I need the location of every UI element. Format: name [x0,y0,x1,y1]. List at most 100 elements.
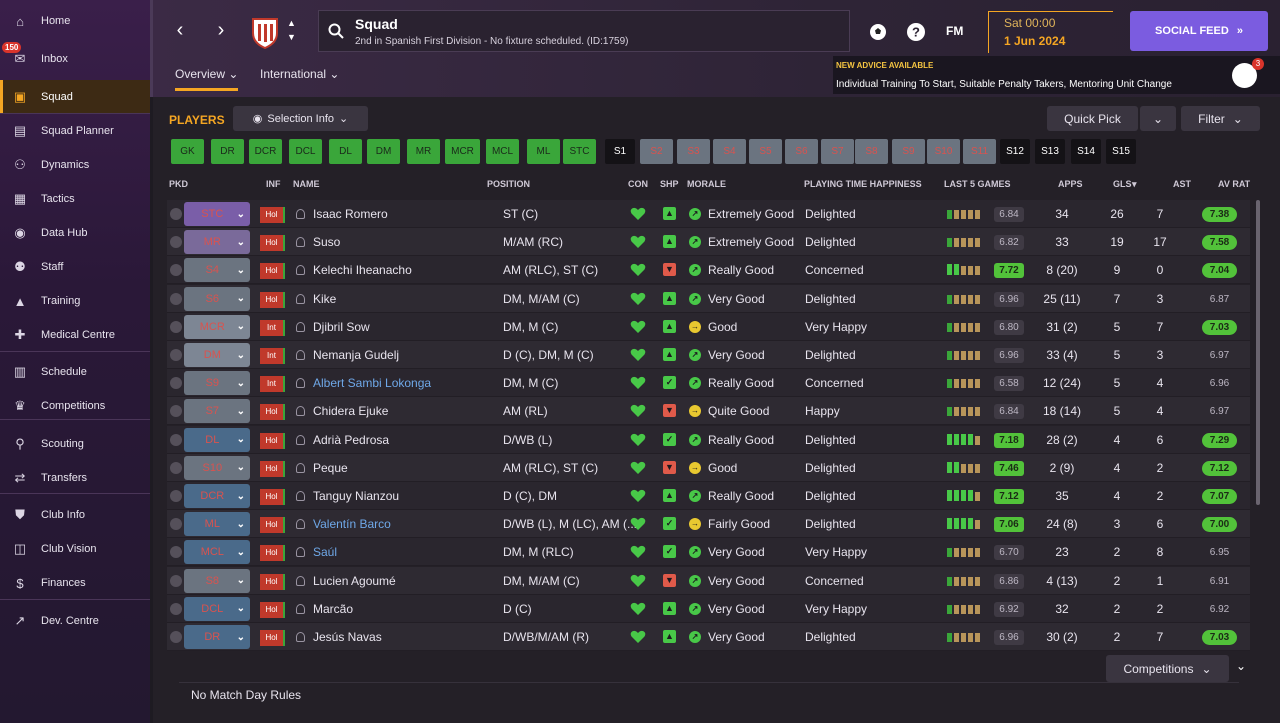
position-chip-dl[interactable]: DL [329,139,362,164]
pick-checkbox[interactable] [170,208,182,220]
forward-arrow-icon[interactable]: › [209,18,233,42]
selection-position-dropdown[interactable]: DCL ⌄ [184,596,250,621]
column-header-position[interactable]: POSITION [487,179,530,189]
previous-club-icon[interactable]: ▲ [287,18,296,28]
help-icon[interactable]: ? [906,22,926,42]
column-header-last-5-games[interactable]: LAST 5 GAMES [944,179,1011,189]
pick-checkbox[interactable] [170,377,182,390]
position-chip-mcl[interactable]: MCL [486,139,519,164]
pick-checkbox[interactable] [170,405,182,418]
pick-checkbox[interactable] [170,518,182,531]
pick-checkbox[interactable] [170,236,182,249]
table-row[interactable]: MR ⌄ Hol Suso M/AM (RC) ▲ ↗ Extremely Good Delig… [167,228,1250,257]
sidebar-item-staff[interactable]: ⚉ Staff [0,250,150,284]
column-header-pkd[interactable]: PKD [169,179,188,189]
sidebar-item-transfers[interactable]: ⇄ Transfers [0,461,150,495]
table-row[interactable]: MCL ⌄ Hol Saúl DM, M (RLC) ✓ ↗ Very Good Very Ha… [167,538,1250,567]
position-chip-dcr[interactable]: DCR [249,139,282,164]
sidebar-item-dynamics[interactable]: ⚇ Dynamics [0,148,150,182]
pick-checkbox[interactable] [170,264,182,277]
table-row[interactable]: DL ⌄ Hol Adrià Pedrosa D/WB (L) ✓ ↗ Really Good… [167,425,1250,454]
sidebar-item-training[interactable]: ▲ Training [0,284,150,318]
table-row[interactable]: DM ⌄ Int Nemanja Gudelj D (C), DM, M (C) ▲ ↗ Ve… [167,341,1250,369]
player-name[interactable]: Valentín Barco [313,510,498,538]
tab-overview[interactable]: Overview ⌄ [175,67,239,91]
pick-checkbox[interactable] [170,349,182,361]
quick-pick-button[interactable]: Quick Pick [1047,106,1138,131]
tab-international[interactable]: International ⌄ [260,67,339,81]
quick-pick-dropdown[interactable]: ⌄ [1140,106,1176,131]
filter-button[interactable]: Filter ⌄ [1181,106,1260,131]
position-chip-dcl[interactable]: DCL [289,139,322,164]
advice-panel[interactable]: NEW ADVICE AVAILABLE Individual Training… [833,56,1280,94]
table-row[interactable]: DCR ⌄ Hol Tanguy Nianzou D (C), DM ▲ ↗ Really G… [167,482,1250,510]
date-display[interactable]: Sat 00:00 1 Jun 2024 [988,11,1113,53]
column-header-shp[interactable]: SHP [660,179,679,189]
position-chip-s10[interactable]: S10 [927,139,960,164]
position-chip-s3[interactable]: S3 [677,139,710,164]
position-chip-stc[interactable]: STC [563,139,596,164]
position-chip-s2[interactable]: S2 [640,139,673,164]
selection-position-dropdown[interactable]: DCR ⌄ [184,484,250,508]
position-chip-s12[interactable]: S12 [1000,139,1030,164]
column-header-gls[interactable]: GLS [1113,179,1132,189]
selection-position-dropdown[interactable]: STC ⌄ [184,202,250,226]
table-scrollbar[interactable] [1256,200,1260,505]
column-header-playing-time-happiness[interactable]: PLAYING TIME HAPPINESS [804,179,922,189]
selection-position-dropdown[interactable]: MCR ⌄ [184,314,250,339]
position-chip-s5[interactable]: S5 [749,139,782,164]
player-name[interactable]: Suso [313,228,498,256]
table-row[interactable]: S6 ⌄ Hol Kike DM, M/AM (C) ▲ ↗ Very Good Delight… [167,284,1250,313]
position-chip-s6[interactable]: S6 [785,139,818,164]
sidebar-item-inbox[interactable]: ✉ Inbox [0,42,150,76]
competitions-dropdown[interactable]: Competitions ⌄ [1106,655,1229,682]
table-row[interactable]: S4 ⌄ Hol Kelechi Iheanacho AM (RLC), ST (C) ▼… [167,256,1250,285]
selection-position-dropdown[interactable]: MR ⌄ [184,230,250,255]
player-name[interactable]: Jesús Navas [313,623,498,651]
sidebar-item-home[interactable]: ⌂ Home [0,4,150,38]
position-chip-dr[interactable]: DR [211,139,244,164]
pick-checkbox[interactable] [170,602,182,615]
social-feed-button[interactable]: SOCIAL FEED » [1130,11,1268,51]
column-header-av-rat[interactable]: AV RAT [1218,179,1250,189]
player-name[interactable]: Tanguy Nianzou [313,482,498,510]
player-name[interactable]: Kike [313,285,498,313]
position-chip-s9[interactable]: S9 [892,139,925,164]
column-header-apps[interactable]: APPS [1058,179,1083,189]
position-chip-s11[interactable]: S11 [963,139,996,164]
pick-checkbox[interactable] [170,433,182,446]
sidebar-item-data-hub[interactable]: ◉ Data Hub [0,216,150,250]
position-chip-gk[interactable]: GK [171,139,204,164]
selection-position-dropdown[interactable]: S4 ⌄ [184,258,250,283]
sidebar-item-finances[interactable]: $ Finances [0,566,150,600]
table-row[interactable]: STC ⌄ Hol Isaac Romero ST (C) ▲ ↗ Extremely Goo… [167,200,1250,228]
selection-position-dropdown[interactable]: S7 ⌄ [184,399,250,424]
sidebar-item-medical-centre[interactable]: ✚ Medical Centre [0,318,150,352]
player-name[interactable]: Lucien Agoumé [313,567,498,595]
pick-checkbox[interactable] [170,546,182,559]
sidebar-item-competitions[interactable]: ♛ Competitions [0,389,150,423]
pick-checkbox[interactable] [170,320,182,333]
player-name[interactable]: Peque [313,454,498,482]
column-header-inf[interactable]: INF [266,179,281,189]
position-chip-mcr[interactable]: MCR [445,139,480,164]
selection-position-dropdown[interactable]: DR ⌄ [184,625,250,649]
selection-position-dropdown[interactable]: S6 ⌄ [184,286,250,311]
selection-position-dropdown[interactable]: S10 ⌄ [184,455,250,480]
table-row[interactable]: S8 ⌄ Hol Lucien Agoumé DM, M/AM (C) ▼ ↗ Very Go… [167,566,1250,595]
player-name[interactable]: Marcão [313,595,498,623]
player-name[interactable]: Djibril Sow [313,313,498,341]
page-title-box[interactable]: Squad 2nd in Spanish First Division - No… [318,10,850,52]
collapse-chevron-icon[interactable]: ⌄ [1236,659,1246,673]
pick-checkbox[interactable] [170,574,182,587]
sidebar-item-club-info[interactable]: ⛊ Club Info [0,498,150,532]
selection-position-dropdown[interactable]: DM ⌄ [184,343,250,367]
sidebar-item-schedule[interactable]: ▥ Schedule [0,355,150,389]
pick-checkbox[interactable] [170,490,182,502]
table-row[interactable]: S10 ⌄ Hol Peque AM (RLC), ST (C) ▼ → Good Deligh… [167,453,1250,482]
table-row[interactable]: MCR ⌄ Int Djibril Sow DM, M (C) ▲ → Good Very Ha… [167,312,1250,341]
pick-checkbox[interactable] [170,461,182,474]
selection-position-dropdown[interactable]: S8 ⌄ [184,568,250,593]
player-name[interactable]: Saúl [313,538,498,566]
sidebar-item-squad-planner[interactable]: ▤ Squad Planner [0,114,150,148]
